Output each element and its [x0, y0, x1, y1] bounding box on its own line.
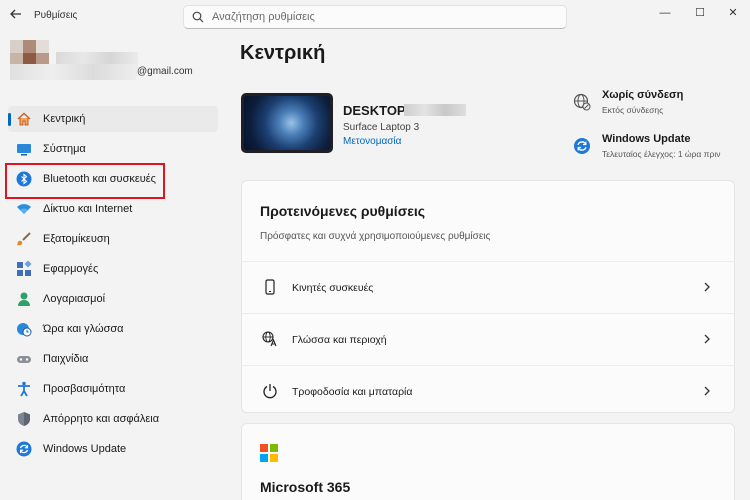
microsoft-logo-icon: [260, 444, 278, 462]
sidebar-item-accessibility[interactable]: Προσβασιμότητα: [8, 376, 218, 402]
sidebar-item-label: Παιχνίδια: [43, 353, 89, 365]
title-bar: Ρυθμίσεις — ☐ ✕: [0, 0, 750, 34]
update-icon: [574, 138, 590, 154]
app-title: Ρυθμίσεις: [34, 10, 78, 21]
card-subtitle: Πρόσφατες και συχνά χρησιμοποιούμενες ρυ…: [260, 231, 491, 242]
update-status-title: Windows Update: [602, 133, 691, 145]
globe-clock-icon: [17, 323, 32, 337]
person-icon: [18, 292, 30, 306]
sidebar-item-label: Λογαριασμοί: [43, 293, 106, 305]
accessibility-icon: [18, 381, 30, 397]
wifi-icon: [17, 204, 31, 214]
search-icon: [192, 11, 204, 23]
apps-icon: [17, 261, 32, 276]
page-title: Κεντρική: [240, 42, 326, 64]
sidebar-item-label: Δίκτυο και Internet: [43, 203, 133, 215]
back-arrow-icon[interactable]: [8, 7, 24, 23]
sidebar-item-label: Εξατομίκευση: [43, 233, 110, 245]
gamepad-icon: [17, 356, 31, 363]
network-status-title: Χωρίς σύνδεση: [602, 89, 684, 101]
brush-icon: [17, 232, 31, 246]
shield-icon: [18, 412, 30, 426]
rename-link[interactable]: Μετονομασία: [343, 136, 401, 147]
minimize-button[interactable]: —: [650, 4, 680, 22]
search-box[interactable]: [183, 5, 567, 29]
sidebar-item-network[interactable]: Δίκτυο και Internet: [8, 196, 218, 222]
sidebar-item-system[interactable]: Σύστημα: [8, 136, 218, 162]
chevron-right-icon: [704, 334, 710, 344]
chevron-right-icon: [704, 282, 710, 292]
network-status-subtitle: Εκτός σύνδεσης: [602, 105, 664, 115]
row-mobile-devices[interactable]: Κινητές συσκευές: [242, 261, 734, 313]
microsoft-365-title: Microsoft 365: [260, 479, 351, 495]
status-network[interactable]: Χωρίς σύνδεση Εκτός σύνδεσης: [573, 89, 743, 121]
device-thumbnail: [241, 93, 333, 153]
sidebar-item-label: Windows Update: [43, 443, 127, 455]
power-icon: [263, 384, 277, 399]
sidebar-item-privacy[interactable]: Απόρρητο και ασφάλεια: [8, 406, 218, 432]
sidebar-item-personalization[interactable]: Εξατομίκευση: [8, 226, 218, 252]
microsoft-365-card[interactable]: Microsoft 365: [241, 423, 735, 500]
close-button[interactable]: ✕: [718, 4, 748, 22]
maximize-button[interactable]: ☐: [685, 4, 715, 22]
row-power-battery[interactable]: Τροφοδοσία και μπαταρία: [242, 365, 734, 417]
row-label: Γλώσσα και περιοχή: [292, 334, 387, 346]
row-label: Τροφοδοσία και μπαταρία: [292, 386, 413, 398]
language-icon: [262, 331, 277, 347]
status-windows-update[interactable]: Windows Update Τελευταίος έλεγχος: 1 ώρα…: [573, 133, 743, 165]
globe-offline-icon: [573, 93, 591, 111]
update-icon: [16, 441, 32, 457]
account-email: @gmail.com: [137, 66, 193, 77]
highlight-box: [5, 163, 165, 199]
sidebar-item-label: Σύστημα: [43, 143, 86, 155]
system-icon: [17, 144, 31, 156]
update-status-subtitle: Τελευταίος έλεγχος: 1 ώρα πριν: [602, 149, 721, 159]
card-title: Προτεινόμενες ρυθμίσεις: [260, 203, 426, 219]
sidebar-item-windows-update[interactable]: Windows Update: [8, 436, 218, 462]
sidebar-item-gaming[interactable]: Παιχνίδια: [8, 346, 218, 372]
account-email-redacted: [10, 64, 136, 80]
sidebar-item-label: Ώρα και γλώσσα: [43, 323, 124, 335]
sidebar-item-label: Κεντρική: [43, 113, 86, 125]
row-label: Κινητές συσκευές: [292, 282, 374, 294]
device-model: Surface Laptop 3: [343, 122, 420, 133]
active-indicator: [8, 113, 11, 126]
sidebar-item-home[interactable]: Κεντρική: [8, 106, 218, 132]
home-icon: [17, 112, 31, 126]
sidebar-item-label: Εφαρμογές: [43, 263, 99, 275]
search-input[interactable]: [212, 9, 552, 25]
sidebar-item-time-language[interactable]: Ώρα και γλώσσα: [8, 316, 218, 342]
device-name-redacted: [404, 104, 466, 116]
device-name: DESKTOP-: [343, 103, 410, 118]
sidebar-item-accounts[interactable]: Λογαριασμοί: [8, 286, 218, 312]
sidebar-item-apps[interactable]: Εφαρμογές: [8, 256, 218, 282]
sidebar-item-label: Προσβασιμότητα: [43, 383, 126, 395]
chevron-right-icon: [704, 386, 710, 396]
row-language-region[interactable]: Γλώσσα και περιοχή: [242, 313, 734, 365]
phone-icon: [265, 279, 275, 295]
recommended-settings-card: Προτεινόμενες ρυθμίσεις Πρόσφατες και συ…: [241, 180, 735, 413]
sidebar-item-label: Απόρρητο και ασφάλεια: [43, 413, 160, 425]
